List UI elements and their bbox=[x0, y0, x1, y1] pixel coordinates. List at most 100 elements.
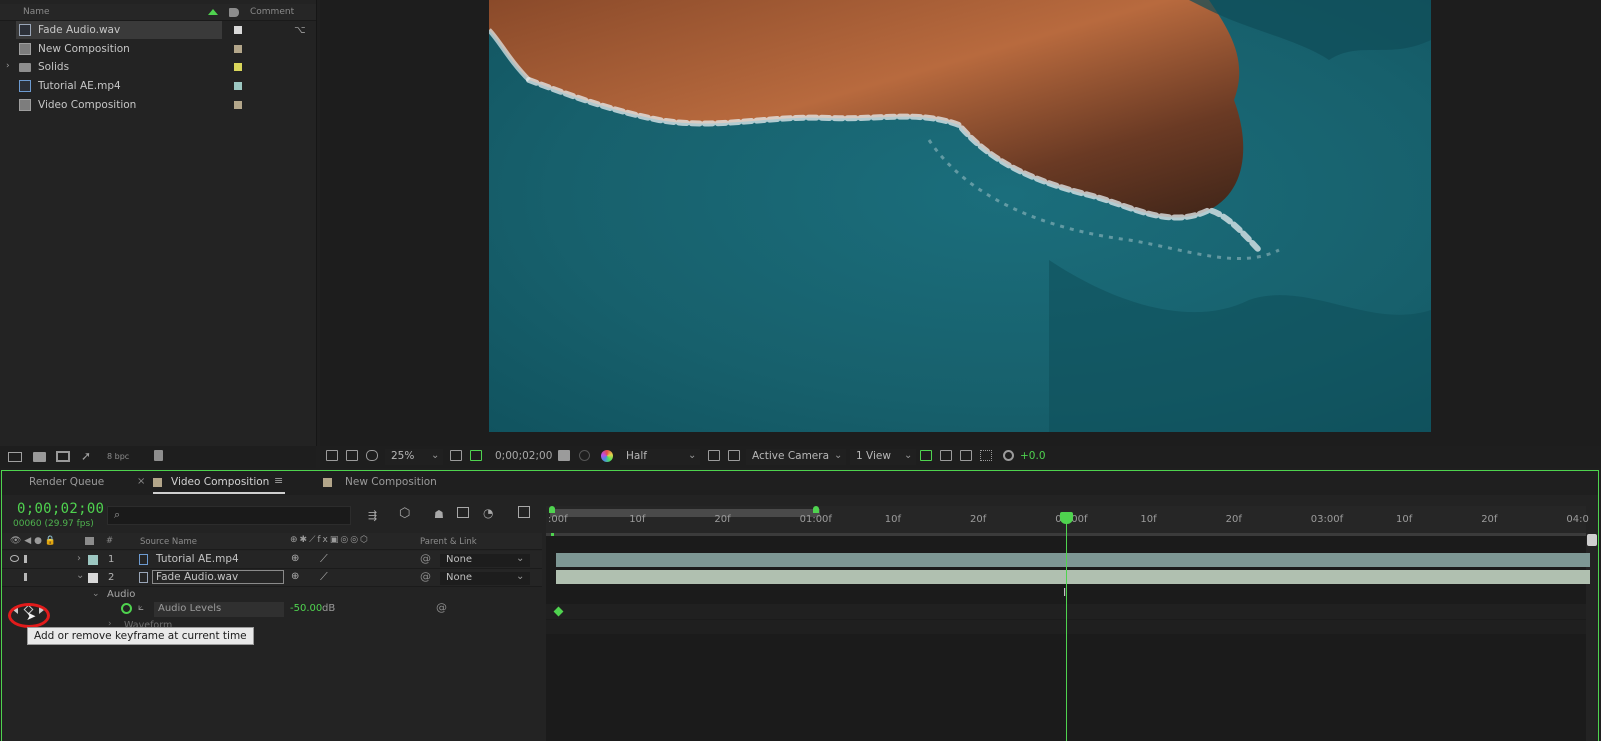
composition-mini-flowchart-icon[interactable]: ⇶ bbox=[368, 509, 377, 522]
timeline-icon[interactable] bbox=[960, 450, 972, 461]
tab-render-queue[interactable]: Render Queue bbox=[29, 476, 104, 488]
shy-switch-icon[interactable]: ⊕ bbox=[291, 571, 299, 582]
label-color-swatch[interactable] bbox=[234, 101, 242, 109]
zoom-dropdown[interactable]: 25% ⌄ bbox=[385, 449, 443, 465]
flowchart-icon[interactable] bbox=[980, 450, 992, 461]
chevron-down-icon: ⌄ bbox=[431, 450, 440, 461]
mask-visibility-icon[interactable] bbox=[366, 450, 378, 461]
layer-name[interactable]: Fade Audio.wav bbox=[156, 571, 238, 583]
transparency-grid-icon[interactable] bbox=[728, 450, 740, 461]
snapshot-camera-icon[interactable] bbox=[558, 450, 570, 461]
layer-search-input[interactable]: ⌕ bbox=[107, 506, 351, 525]
label-tag-icon[interactable] bbox=[229, 8, 239, 17]
close-icon[interactable]: × bbox=[137, 476, 145, 487]
stopwatch-icon[interactable] bbox=[121, 603, 132, 614]
audio-levels-field[interactable]: Audio Levels bbox=[154, 602, 284, 617]
safe-margins-icon[interactable] bbox=[450, 450, 462, 461]
draft-3d-icon[interactable]: ⬡ bbox=[399, 506, 410, 521]
expand-chevron-icon[interactable]: › bbox=[6, 61, 10, 71]
new-composition-icon[interactable] bbox=[56, 451, 70, 462]
audio-levels-value[interactable]: -50.00 bbox=[290, 603, 322, 614]
comment-column-header[interactable]: Comment bbox=[250, 7, 294, 17]
label-color-swatch[interactable] bbox=[234, 82, 242, 90]
layer-row-1[interactable]: › 1 Tutorial AE.mp4 ⊕ ⟋ @ None ⌄ bbox=[2, 551, 542, 569]
layer-name[interactable]: Tutorial AE.mp4 bbox=[156, 553, 239, 565]
sort-arrow-icon[interactable] bbox=[208, 9, 218, 15]
timeline-tabs: Render Queue × Video Composition ≡ New C… bbox=[2, 471, 1598, 495]
motion-blur-icon[interactable]: ◔ bbox=[483, 506, 493, 520]
quality-switch-icon[interactable]: ⟋ bbox=[320, 570, 328, 584]
label-color-swatch[interactable] bbox=[234, 45, 242, 53]
resolution-dropdown[interactable]: Half ⌄ bbox=[620, 449, 700, 465]
flowchart-icon[interactable]: ⌥ bbox=[294, 25, 306, 36]
new-folder-icon[interactable] bbox=[33, 452, 46, 462]
audio-speaker-icon[interactable] bbox=[24, 573, 32, 581]
project-item-fade-audio[interactable]: Fade Audio.wav ⌥ bbox=[0, 21, 316, 39]
parent-dropdown[interactable]: None ⌄ bbox=[440, 571, 530, 585]
graph-icon[interactable]: ⟀ bbox=[138, 602, 144, 613]
label-color-swatch[interactable] bbox=[234, 63, 242, 71]
project-item-new-composition[interactable]: New Composition bbox=[0, 40, 316, 58]
viewer-timecode[interactable]: 0;00;02;00 bbox=[495, 450, 552, 462]
parent-link-header[interactable]: Parent & Link bbox=[420, 537, 477, 547]
collapse-chevron-icon[interactable]: ⌄ bbox=[76, 570, 84, 581]
ruler-tick-label: 04:0 bbox=[1566, 514, 1589, 525]
layer-row-2[interactable]: ⌄ 2 Fade Audio.wav ⊕ ⟋ @ None ⌄ bbox=[2, 569, 542, 587]
visibility-eye-icon[interactable] bbox=[10, 555, 19, 562]
interpret-footage-icon[interactable] bbox=[8, 452, 22, 462]
view-layout-dropdown[interactable]: 1 View ⌄ bbox=[850, 449, 916, 465]
shy-layers-icon[interactable]: ☗ bbox=[434, 508, 444, 521]
audio-group-label[interactable]: Audio bbox=[107, 589, 135, 600]
reset-exposure-icon[interactable] bbox=[1003, 450, 1014, 461]
monitor-icon[interactable] bbox=[346, 450, 358, 461]
shy-switch-icon[interactable]: ⊕ bbox=[291, 553, 299, 564]
panel-menu-icon[interactable]: ≡ bbox=[274, 474, 283, 487]
label-tag-icon bbox=[85, 537, 94, 545]
quality-switch-icon[interactable]: ⟋ bbox=[320, 552, 328, 566]
frame-blending-icon[interactable] bbox=[457, 507, 469, 518]
zoom-value: 25% bbox=[391, 450, 415, 462]
current-time-indicator[interactable] bbox=[1066, 512, 1067, 741]
project-item-video-composition[interactable]: Video Composition bbox=[0, 96, 316, 114]
work-area-start-handle[interactable] bbox=[549, 506, 555, 513]
fast-draft-icon[interactable] bbox=[940, 450, 952, 461]
exposure-value[interactable]: +0.0 bbox=[1020, 450, 1046, 462]
expand-chevron-icon[interactable]: › bbox=[77, 553, 81, 564]
layer-bar-1[interactable] bbox=[556, 553, 1590, 567]
graph-editor-icon[interactable] bbox=[518, 506, 530, 518]
trash-icon[interactable] bbox=[154, 450, 163, 461]
name-column-header[interactable]: Name bbox=[23, 7, 50, 17]
pick-whip-icon[interactable]: @ bbox=[420, 570, 431, 583]
current-time-indicator-head[interactable] bbox=[1060, 512, 1073, 524]
toggle-pixel-aspect-icon[interactable] bbox=[920, 450, 932, 461]
tab-new-composition[interactable]: New Composition bbox=[345, 476, 437, 488]
ruler-tick-label: 20f bbox=[714, 514, 731, 525]
project-item-label: Video Composition bbox=[38, 99, 137, 111]
project-item-solids[interactable]: › Solids bbox=[0, 58, 316, 76]
pick-whip-icon[interactable]: @ bbox=[420, 552, 431, 565]
label-color-swatch[interactable] bbox=[88, 555, 98, 565]
layer-bar-2[interactable] bbox=[556, 570, 1590, 584]
label-color-swatch[interactable] bbox=[88, 573, 98, 583]
fast-previews-icon[interactable] bbox=[708, 450, 720, 461]
pick-whip-icon[interactable]: @ bbox=[436, 601, 447, 614]
show-snapshot-icon[interactable] bbox=[579, 450, 590, 461]
source-name-header[interactable]: Source Name bbox=[140, 537, 197, 547]
end-of-composition-icon[interactable] bbox=[1587, 534, 1597, 546]
bit-depth-label[interactable]: 8 bpc bbox=[107, 452, 129, 461]
color-channels-icon[interactable] bbox=[601, 450, 613, 462]
current-time-display[interactable]: 0;00;02;00 bbox=[17, 501, 104, 517]
collapse-chevron-icon[interactable]: ⌄ bbox=[92, 589, 100, 599]
region-of-interest-icon[interactable] bbox=[470, 450, 482, 461]
work-area-bar[interactable] bbox=[550, 509, 820, 517]
project-item-tutorial-ae[interactable]: Tutorial AE.mp4 bbox=[0, 77, 316, 95]
always-preview-icon[interactable] bbox=[326, 450, 338, 461]
parent-dropdown[interactable]: None ⌄ bbox=[440, 553, 530, 567]
audio-speaker-icon[interactable] bbox=[24, 555, 32, 563]
work-area-end-handle[interactable] bbox=[813, 506, 819, 513]
camera-view-dropdown[interactable]: Active Camera ⌄ bbox=[746, 449, 846, 465]
audio-file-icon bbox=[139, 572, 148, 583]
adjust-settings-icon[interactable]: ➚ bbox=[81, 449, 91, 463]
tab-video-composition[interactable]: Video Composition bbox=[171, 476, 269, 488]
label-color-swatch[interactable] bbox=[234, 26, 242, 34]
